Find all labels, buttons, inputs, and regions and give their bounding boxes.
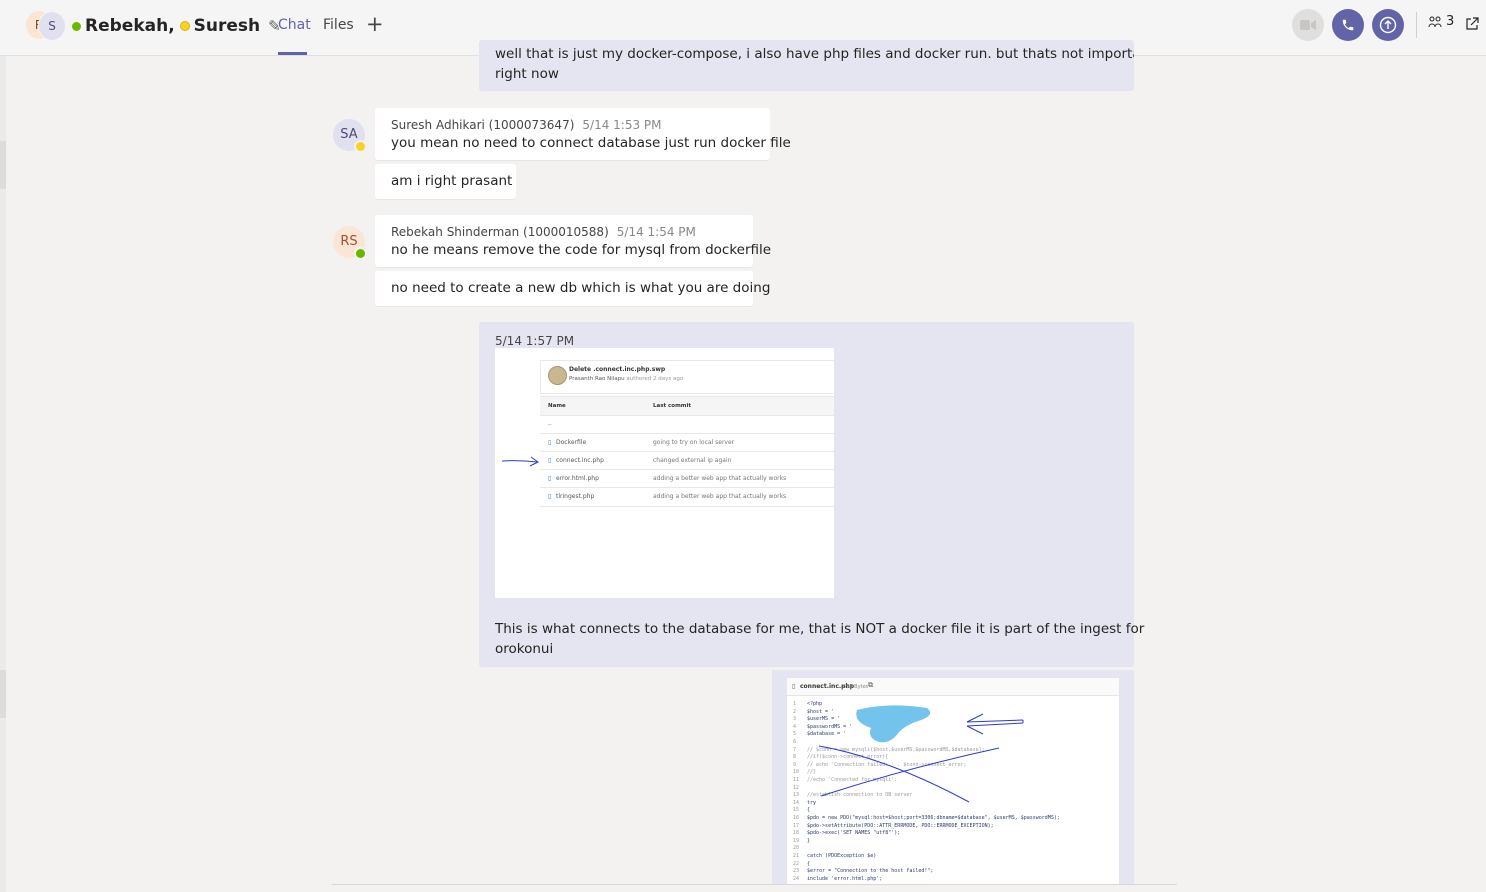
header-divider [1416, 12, 1417, 38]
file-row: ▯ error.html.php adding a better web app… [540, 469, 834, 488]
add-tab-icon[interactable]: + [366, 13, 384, 35]
tab-chat[interactable]: Chat [278, 17, 311, 33]
code-screenshot[interactable]: ▯ connect.inc.php 695 Bytes ⧉ 1 <?php 2 $h… [787, 678, 1119, 884]
title-participant-2: Suresh [193, 16, 261, 36]
timestamp: 5/14 1:53 PM [582, 118, 662, 132]
file-commit: adding a better web app that actually wo… [653, 475, 787, 482]
participants-count: 3 [1446, 14, 1455, 29]
commit-author-name: Prasanth Rao Nilapu [569, 376, 625, 382]
file-icon: ▯ [548, 493, 552, 500]
parent-dir: .. [548, 420, 552, 427]
file-commit: going to try on local server [653, 439, 735, 446]
hand-drawn-arrow-icon [501, 456, 539, 467]
active-tab-indicator [278, 52, 307, 55]
avatar-initials: SA [340, 127, 358, 142]
left-rail [0, 56, 6, 892]
commit-author: Prasanth Rao Nilapu authored 2 days ago [569, 376, 683, 382]
message-text: well that is just my docker-compose, i a… [495, 46, 1134, 62]
repository-screenshot[interactable]: Delete .connect.inc.php.swp Prasanth Rao… [495, 348, 834, 598]
participants-button[interactable]: 3 [1428, 14, 1454, 29]
away-status-icon [179, 21, 190, 31]
group-avatar[interactable]: R S [26, 11, 66, 41]
pop-out-icon [1466, 17, 1479, 30]
avatar-suresh: S [38, 11, 66, 41]
chat-title: Rebekah, Suresh ✎ [72, 13, 281, 39]
received-message[interactable]: Rebekah Shinderman (1000010588) 5/14 1:54… [375, 215, 771, 267]
file-commit: adding a better web app that actually wo… [653, 493, 787, 500]
phone-icon [1342, 19, 1354, 31]
column-name: Name [548, 403, 566, 409]
strike-line [820, 747, 1000, 797]
message-header: Rebekah Shinderman (1000010588) 5/14 1:54… [391, 225, 696, 239]
file-row: ▯ connect.inc.php changed external ip ag… [540, 451, 834, 470]
file-name: error.html.php [556, 475, 599, 482]
received-message[interactable]: no need to create a new db which is what… [375, 271, 770, 306]
author-name: Rebekah Shinderman (1000010588) [391, 225, 609, 239]
message-text: right now [495, 66, 559, 82]
file-row-parent: .. [540, 415, 834, 434]
received-message[interactable]: Suresh Adhikari (1000073647) 5/14 1:53 PM… [375, 108, 791, 160]
title-participant-1: Rebekah, [85, 16, 175, 36]
hand-drawn-arrow [966, 713, 1024, 735]
file-row: ▯ tlringest.php adding a better web app … [540, 487, 834, 507]
share-screen-button[interactable] [1372, 9, 1404, 41]
file-icon: ▯ [548, 457, 552, 464]
file-name: connect.inc.php [556, 457, 604, 464]
commit-title: Delete .connect.inc.php.swp [569, 366, 666, 373]
commit-meta: authored 2 days ago [626, 376, 684, 382]
away-status-icon [354, 140, 367, 153]
message-header: Suresh Adhikari (1000073647) 5/14 1:53 PM [391, 118, 662, 132]
author-name: Suresh Adhikari (1000073647) [391, 118, 575, 132]
message-text: you mean no need to connect database jus… [391, 135, 791, 151]
message-text: This is what connects to the database fo… [495, 621, 1145, 637]
compose-divider [332, 884, 1177, 885]
avatar-rebekah-shinderman[interactable]: RS [333, 226, 367, 260]
message-text: orokonui [495, 641, 554, 657]
file-name: Dockerfile [556, 439, 587, 446]
audio-call-button[interactable] [1332, 9, 1364, 41]
message-text: no need to create a new db which is what… [391, 280, 771, 296]
available-status-icon [354, 247, 367, 260]
file-table-header: Name Last commit [540, 396, 834, 415]
message-text: am i right prasant [391, 173, 513, 189]
tab-files[interactable]: Files [323, 17, 354, 33]
pop-out-chat-button[interactable] [1465, 16, 1479, 35]
column-last-commit: Last commit [653, 403, 692, 409]
commit-box: Delete .connect.inc.php.swp Prasanth Rao… [540, 360, 834, 394]
avatar-initials: RS [340, 234, 358, 249]
file-name: tlringest.php [556, 493, 595, 500]
available-status-icon [72, 21, 81, 31]
redaction-annotations [818, 705, 1024, 803]
received-message[interactable]: am i right prasant [375, 164, 516, 199]
share-screen-icon [1379, 16, 1397, 34]
redaction-scribble [856, 705, 931, 743]
file-commit: changed external ip again [653, 457, 732, 464]
message-text: no he means remove the code for mysql fr… [391, 242, 772, 258]
file-row: ▯ Dockerfile going to try on local serve… [540, 433, 834, 452]
timestamp: 5/14 1:54 PM [616, 225, 696, 239]
video-camera-icon [1300, 20, 1316, 30]
people-icon [1428, 16, 1442, 27]
file-icon: ▯ [548, 475, 552, 482]
file-icon: ▯ [548, 439, 552, 446]
video-call-button[interactable] [1292, 9, 1324, 41]
avatar-suresh-adhikari[interactable]: SA [333, 119, 367, 153]
rail-marker [0, 670, 6, 718]
rail-marker [0, 141, 6, 189]
own-message[interactable]: well that is just my docker-compose, i a… [479, 40, 1134, 91]
commit-author-avatar [548, 366, 567, 385]
